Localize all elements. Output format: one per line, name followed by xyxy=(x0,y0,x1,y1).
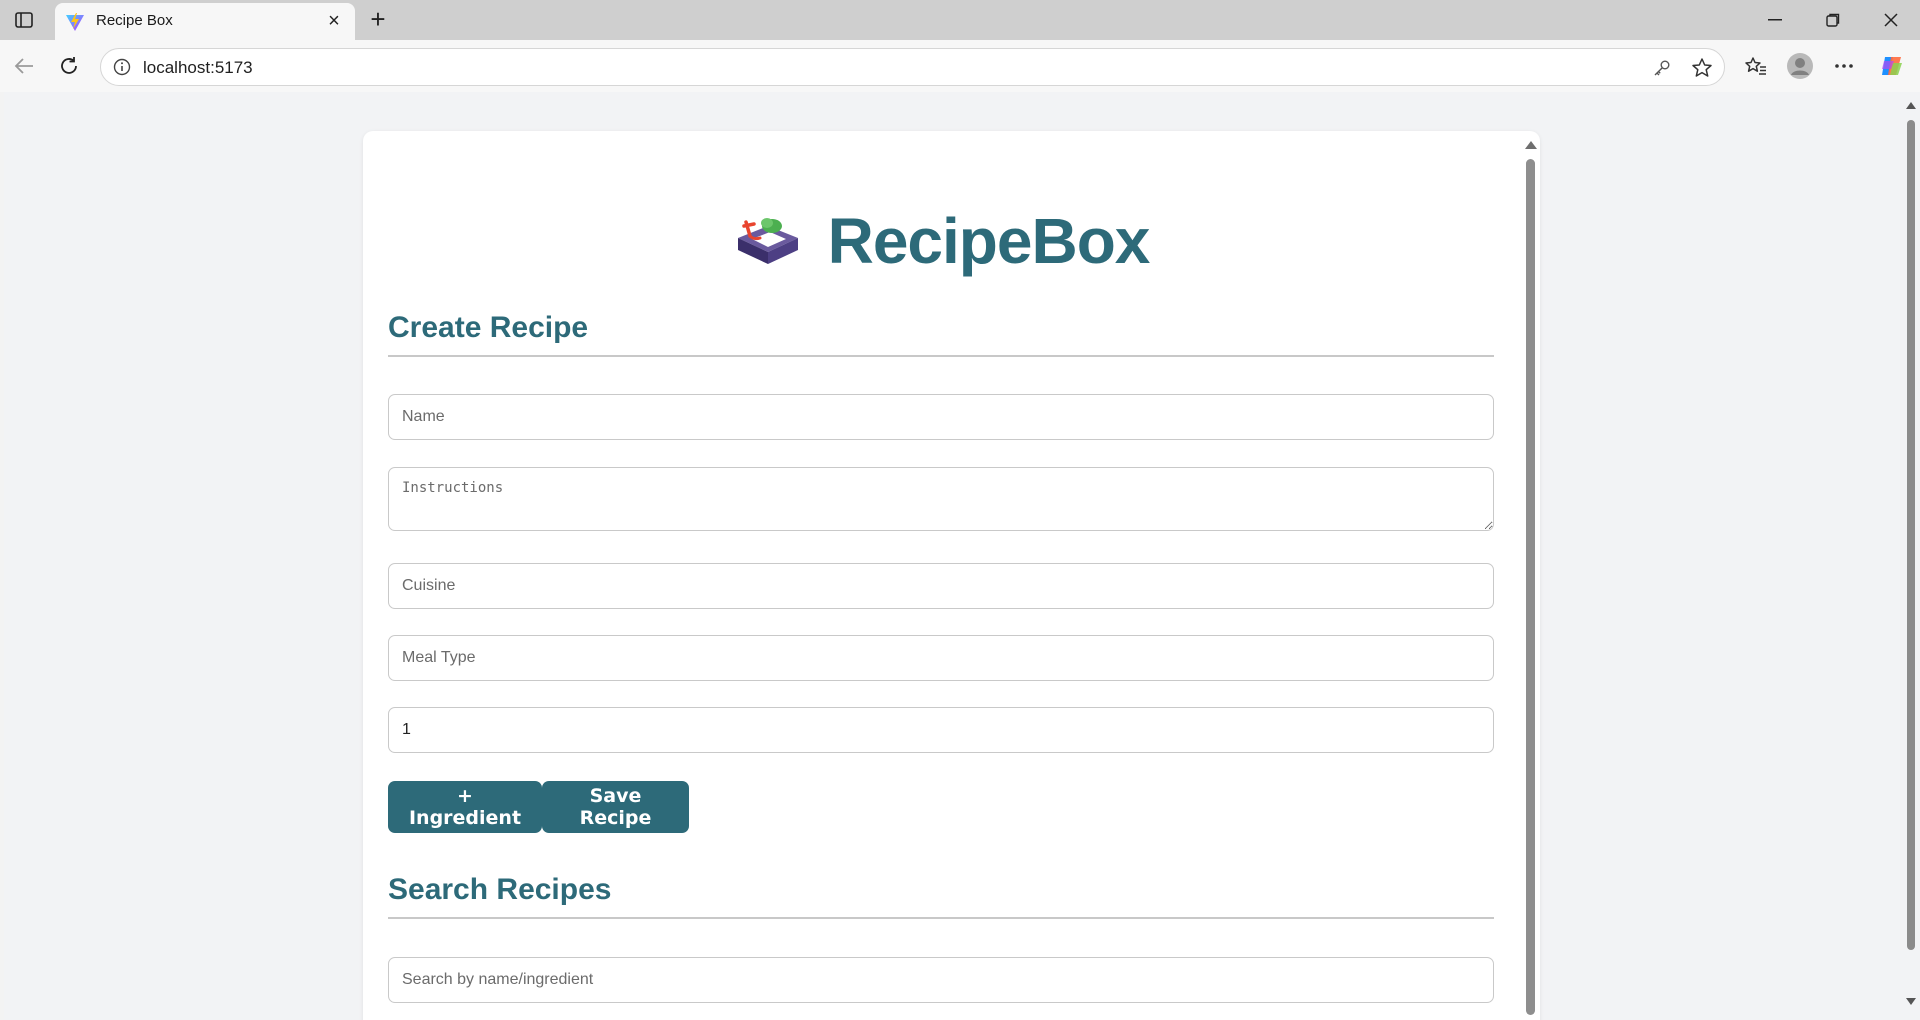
tab-close-icon[interactable]: × xyxy=(323,11,345,33)
search-recipes-heading: Search Recipes xyxy=(388,873,1494,919)
url-text: localhost:5173 xyxy=(143,58,253,77)
restore-icon[interactable] xyxy=(1810,6,1856,34)
reload-icon[interactable] xyxy=(55,52,83,80)
site-info-icon[interactable] xyxy=(113,58,131,76)
scroll-up-arrow-icon[interactable] xyxy=(1525,141,1537,149)
recipe-meal-type-input[interactable] xyxy=(388,635,1494,681)
recipe-box-icon xyxy=(734,212,802,271)
page-scroll-up-icon[interactable] xyxy=(1906,102,1916,109)
minimize-icon[interactable] xyxy=(1752,6,1798,34)
key-icon[interactable] xyxy=(1651,57,1673,79)
recipe-cuisine-input[interactable] xyxy=(388,563,1494,609)
recipe-instructions-textarea[interactable] xyxy=(388,467,1494,531)
page-viewport: RecipeBox Create Recipe + Ingredient Sav… xyxy=(4,92,1902,1020)
page-scrollbar-thumb[interactable] xyxy=(1907,120,1915,950)
favorite-star-icon[interactable] xyxy=(1691,57,1713,79)
close-window-icon[interactable] xyxy=(1868,6,1914,34)
app-card: RecipeBox Create Recipe + Ingredient Sav… xyxy=(363,131,1540,1020)
address-bar[interactable]: localhost:5173 xyxy=(100,48,1725,86)
card-scrollbar[interactable] xyxy=(1520,131,1540,1020)
favorites-icon[interactable] xyxy=(1742,52,1770,80)
copilot-icon[interactable] xyxy=(1878,52,1906,80)
tab-actions-icon[interactable] xyxy=(12,8,36,32)
browser-tab[interactable]: Recipe Box × xyxy=(55,3,355,40)
page-scrollbar[interactable] xyxy=(1902,92,1920,1020)
card-scrollbar-thumb[interactable] xyxy=(1526,159,1535,1015)
browser-toolbar: localhost:5173 xyxy=(0,40,1920,92)
tab-title: Recipe Box xyxy=(96,12,173,29)
app-header: RecipeBox xyxy=(363,201,1520,281)
browser-tab-bar: Recipe Box × + xyxy=(0,0,1920,40)
recipe-name-input[interactable] xyxy=(388,394,1494,440)
back-arrow-icon[interactable] xyxy=(10,52,38,80)
create-recipe-heading: Create Recipe xyxy=(388,311,1494,357)
recipe-search-input[interactable] xyxy=(388,957,1494,1003)
save-recipe-button[interactable]: Save Recipe xyxy=(542,781,689,833)
add-ingredient-button[interactable]: + Ingredient xyxy=(388,781,542,833)
page-scroll-down-icon[interactable] xyxy=(1906,998,1916,1005)
more-options-icon[interactable] xyxy=(1830,52,1858,80)
new-tab-icon[interactable]: + xyxy=(364,6,392,34)
vite-favicon-icon xyxy=(65,12,85,32)
recipe-servings-input[interactable] xyxy=(388,707,1494,753)
app-title: RecipeBox xyxy=(827,205,1151,277)
profile-avatar-icon[interactable] xyxy=(1786,52,1814,80)
